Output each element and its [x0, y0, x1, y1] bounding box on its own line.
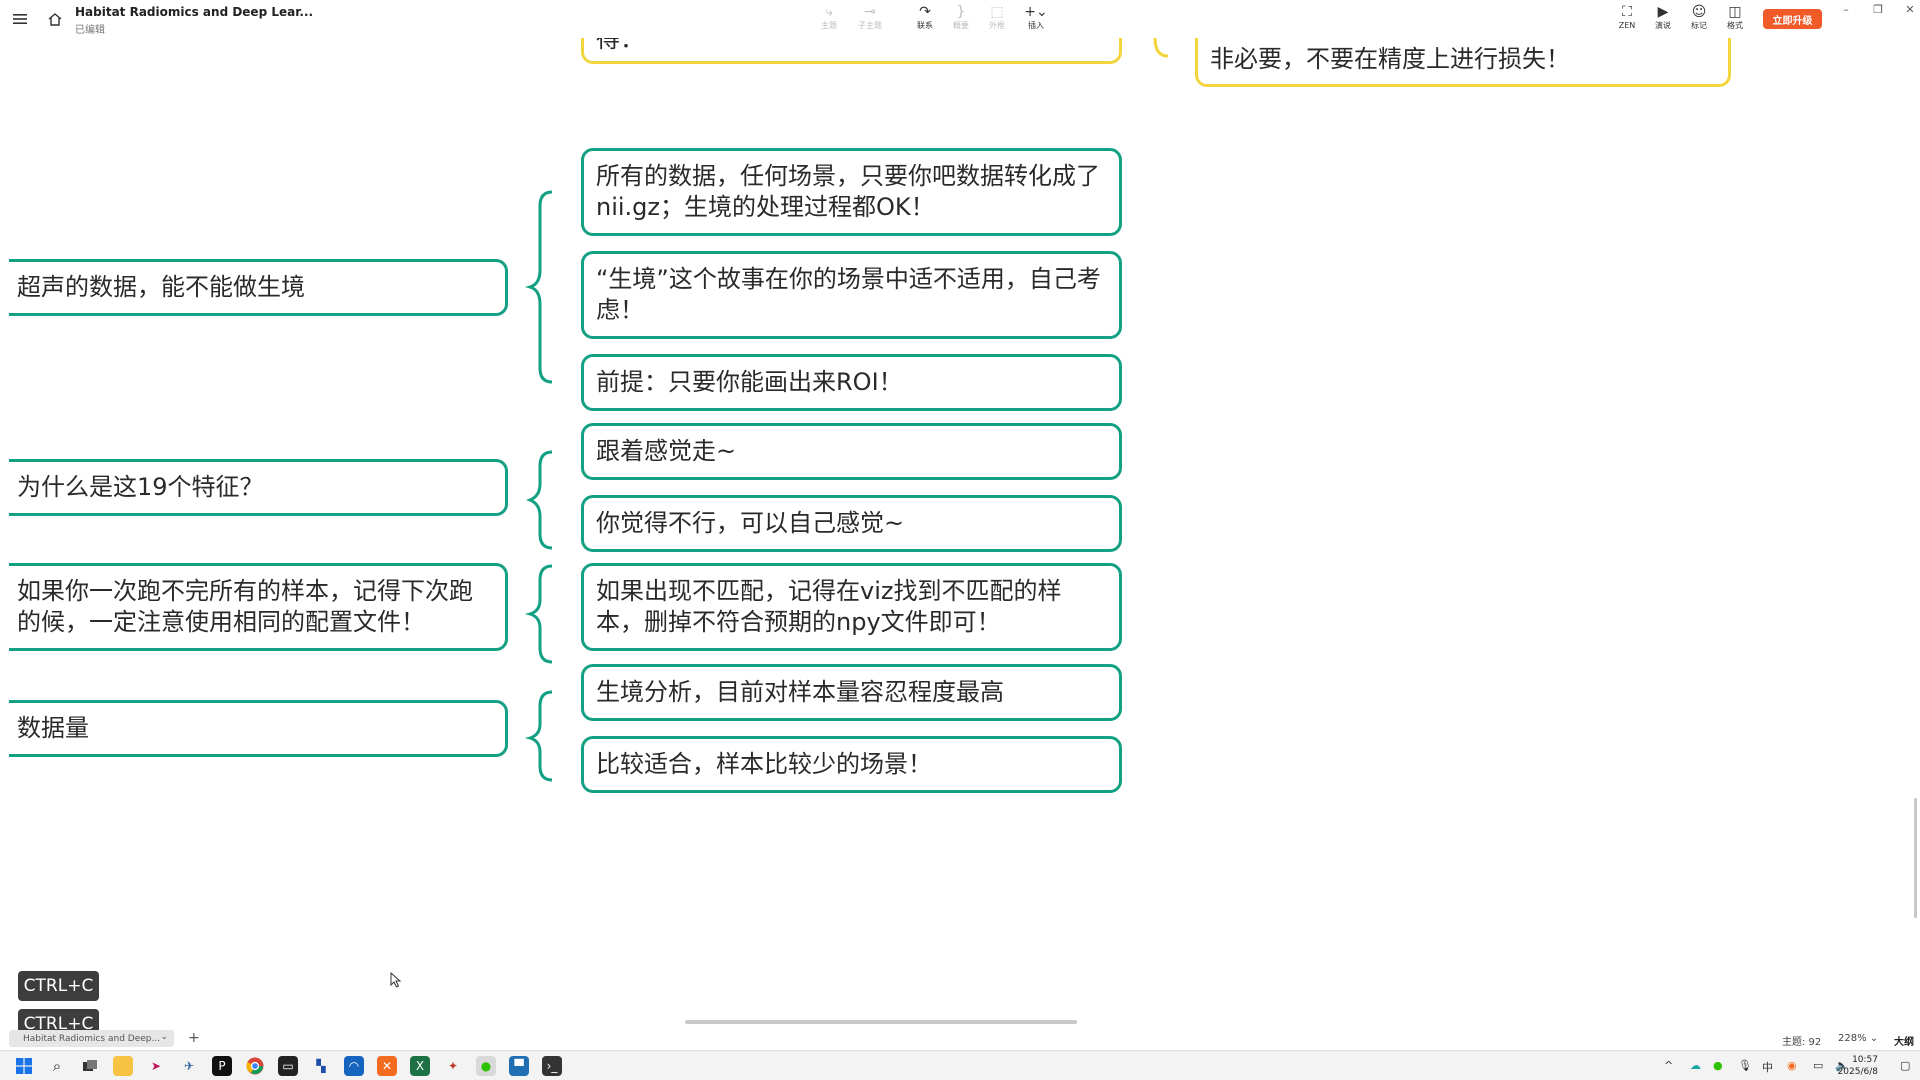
topic-node-ultrasound[interactable]: 超声的数据，能不能做生境: [9, 259, 508, 316]
tray-chevron-icon[interactable]: ^: [1664, 1059, 1673, 1072]
brace-branch-4: [524, 690, 553, 782]
child-node-1-1[interactable]: 所有的数据，任何场景，只要你吧数据转化成了nii.gz；生境的处理过程都OK！: [581, 148, 1122, 236]
zen-mode-button[interactable]: ⛶ ZEN: [1610, 4, 1644, 36]
present-button[interactable]: ▶ 演说: [1646, 4, 1680, 36]
upgrade-button[interactable]: 立即升级: [1763, 9, 1822, 29]
zen-icon: ⛶: [1622, 4, 1632, 20]
partial-node-top-left[interactable]: 得：: [581, 38, 1122, 64]
topic-tool-button[interactable]: ⤷ 主题: [812, 4, 846, 36]
child-node-3-1[interactable]: 如果出现不匹配，记得在viz找到不匹配的样本，删掉不符合预期的npy文件即可！: [581, 563, 1122, 651]
format-button[interactable]: ◫ 格式: [1718, 4, 1752, 36]
microphone-icon[interactable]: 🎙: [1738, 1059, 1752, 1072]
child-node-2-1[interactable]: 跟着感觉走~: [581, 423, 1122, 480]
vertical-scrollbar[interactable]: [1914, 798, 1917, 918]
marker-icon: ☺: [1691, 4, 1707, 20]
topic-node-data-volume[interactable]: 数据量: [9, 700, 508, 757]
mindmap-canvas[interactable]: 得： 非必要，不要在精度上进行损失！ 超声的数据，能不能做生境 所有的数据，任何…: [0, 38, 1920, 1038]
tray-app-icon[interactable]: ☁: [1690, 1059, 1701, 1072]
explorer-icon[interactable]: [113, 1056, 133, 1076]
menu-icon[interactable]: [10, 9, 30, 29]
tray-wechat-icon[interactable]: ●: [1713, 1059, 1723, 1072]
xmind-icon[interactable]: ✕: [377, 1056, 397, 1076]
sheet-tab[interactable]: Habitat Radiomics and Deep... ⌄: [9, 1030, 174, 1047]
chrome-icon[interactable]: [245, 1056, 265, 1076]
partial-node-top-right[interactable]: 非必要，不要在精度上进行损失！: [1195, 38, 1731, 87]
topic-count: 主题: 92: [1782, 1037, 1822, 1048]
status-bar: Habitat Radiomics and Deep... ⌄ + 主题: 92…: [0, 1030, 1920, 1048]
start-icon[interactable]: [14, 1056, 34, 1076]
format-icon: ◫: [1728, 4, 1742, 20]
zoom-level[interactable]: 228% ⌄: [1838, 1033, 1878, 1044]
brace-branch-2: [525, 450, 553, 550]
close-icon[interactable]: ✕: [1900, 2, 1920, 16]
excel-icon[interactable]: X: [410, 1056, 430, 1076]
topic-icon: ⤷: [825, 4, 833, 20]
cmd-icon[interactable]: ›_: [542, 1056, 562, 1076]
horizontal-scrollbar[interactable]: [685, 1020, 1077, 1024]
marker-button[interactable]: ☺ 标记: [1682, 4, 1716, 36]
search-icon[interactable]: ⌕: [47, 1056, 67, 1076]
brace-branch-3: [524, 564, 553, 664]
summary-icon: }: [956, 4, 966, 20]
feishu-icon[interactable]: ➤: [146, 1056, 166, 1076]
add-sheet-button[interactable]: +: [188, 1030, 200, 1047]
insert-tool-button[interactable]: +⌄ 插入: [1019, 4, 1053, 36]
app-icon[interactable]: ◠: [344, 1056, 364, 1076]
clock-date[interactable]: 2025/6/8: [1838, 1067, 1878, 1077]
subtopic-icon: ⊸: [864, 4, 876, 20]
outline-button[interactable]: 大纲: [1894, 1033, 1914, 1048]
network-icon[interactable]: ▭: [1813, 1059, 1823, 1072]
key-hint-badge: CTRL+C: [18, 971, 99, 1001]
taskview-icon[interactable]: [80, 1056, 100, 1076]
brace-branch-1: [524, 190, 553, 384]
terminal-icon[interactable]: ▭: [278, 1056, 298, 1076]
topic-node-19-features[interactable]: 为什么是这19个特征？: [9, 459, 508, 516]
paper-plane-icon[interactable]: ✈: [179, 1056, 199, 1076]
title-bar: Habitat Radiomics and Deep Lear... 已编辑 ⤷…: [0, 0, 1920, 38]
document-title: Habitat Radiomics and Deep Lear...: [75, 5, 314, 19]
topic-node-config-file[interactable]: 如果你一次跑不完所有的样本，记得下次跑的候，一定注意使用相同的配置文件！: [9, 563, 508, 651]
relation-icon: ↷: [919, 4, 931, 20]
document-status: 已编辑: [75, 25, 105, 36]
boundary-icon: ⬚: [990, 4, 1004, 20]
subtopic-tool-button[interactable]: ⊸ 子主题: [853, 4, 887, 36]
bird-icon[interactable]: ✦: [443, 1056, 463, 1076]
relation-tool-button[interactable]: ↷ 联系: [908, 4, 942, 36]
home-icon[interactable]: [45, 9, 65, 29]
remote-desktop-icon[interactable]: ▀: [509, 1056, 529, 1076]
child-node-1-2[interactable]: “生境”这个故事在你的场景中适不适用，自己考虑！: [581, 251, 1122, 339]
child-node-4-2[interactable]: 比较适合，样本比较少的场景！: [581, 736, 1122, 793]
child-node-4-1[interactable]: 生境分析，目前对样本量容忍程度最高: [581, 664, 1122, 721]
present-icon: ▶: [1657, 4, 1669, 20]
summary-tool-button[interactable]: } 概要: [944, 4, 978, 36]
child-node-2-2[interactable]: 你觉得不行，可以自己感觉~: [581, 495, 1122, 552]
boundary-tool-button[interactable]: ⬚ 外框: [980, 4, 1014, 36]
files-icon[interactable]: ▚: [311, 1056, 331, 1076]
windows-taskbar: ⌕ ➤ ✈ P ▭ ▚ ◠ ✕ X ✦ ● ▀ ›_ ^ ☁ ● 🎙 中 ◉ ▭…: [0, 1050, 1920, 1080]
wechat-icon[interactable]: ●: [476, 1056, 496, 1076]
child-node-1-3[interactable]: 前提：只要你能画出来ROI！: [581, 354, 1122, 411]
mouse-cursor-icon: [390, 972, 402, 988]
connector-top: [1153, 38, 1169, 58]
ime-icon[interactable]: 中: [1762, 1059, 1773, 1075]
notification-icon[interactable]: ▢: [1900, 1059, 1910, 1072]
minimize-icon[interactable]: –: [1836, 2, 1856, 16]
insert-icon: +⌄: [1024, 4, 1048, 20]
pycharm-icon[interactable]: P: [212, 1056, 232, 1076]
restore-icon[interactable]: ❐: [1868, 2, 1888, 16]
clock-time[interactable]: 10:57: [1852, 1055, 1878, 1065]
chevron-down-icon: ⌄: [160, 1032, 168, 1042]
tray-xmind-icon[interactable]: ◉: [1787, 1059, 1797, 1072]
